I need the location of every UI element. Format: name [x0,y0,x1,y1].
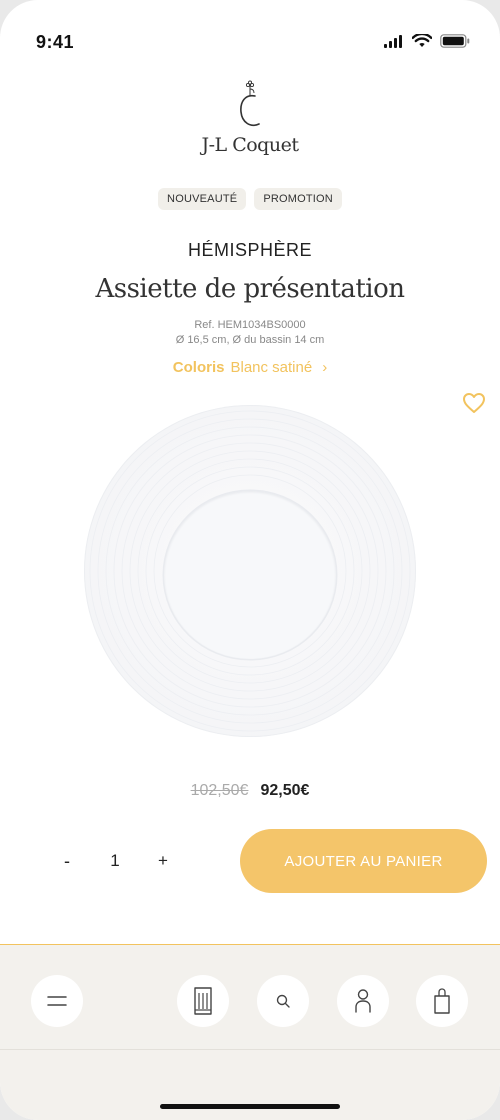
new-price: 92,50€ [260,782,310,799]
tableware-icon [194,987,212,1015]
plate-well [164,491,336,659]
product-tags: NOUVEAUTÉ PROMOTION [0,188,500,210]
product-image [84,405,416,737]
quantity-value: 1 [110,851,120,870]
chevron-right-icon: › [322,359,328,376]
brand[interactable]: J-L Coquet [0,80,500,156]
wifi-icon [412,34,432,47]
search-button[interactable] [257,975,309,1027]
signal-icon [384,35,402,48]
cart-button[interactable] [416,975,468,1027]
menu-icon [47,996,67,1006]
nav-divider [0,1049,500,1050]
tag-promotion: PROMOTION [254,188,342,210]
home-indicator [160,1104,340,1109]
add-to-cart-button[interactable]: AJOUTER AU PANIER [240,829,487,893]
brand-name: J-L Coquet [201,134,299,156]
price: 102,50€ 92,50€ [0,782,500,800]
product-reference: Ref. HEM1034BS0000 Ø 16,5 cm, Ø du bassi… [0,318,500,348]
shopping-bag-icon [434,988,450,1014]
product-screen: 9:41 J-L Coquet NOUVEAUTÉ PROMOTION HÉMI… [0,0,500,1120]
battery-icon [440,34,470,48]
status-bar: 9:41 [0,0,500,80]
quantity-decrease-button[interactable]: - [58,851,76,872]
status-time: 9:41 [36,32,75,52]
reference-code: Ref. HEM1034BS0000 [194,319,306,331]
menu-button[interactable] [31,975,83,1027]
old-price: 102,50€ [190,782,249,799]
collection-name: HÉMISPHÈRE [187,240,313,260]
bottom-nav [0,944,500,1120]
jl-monogram-icon [240,80,260,127]
user-icon [355,989,371,1013]
heart-icon[interactable] [462,392,486,414]
status-icons [384,34,470,48]
quantity-increase-button[interactable]: + [154,851,172,871]
product-title: Assiette de présentation [95,274,405,304]
account-button[interactable] [337,975,389,1027]
tag-new: NOUVEAUTÉ [158,188,247,210]
tableware-button[interactable] [177,975,229,1027]
color-selector[interactable]: Coloris Blanc satiné › [0,359,500,376]
dimensions: Ø 16,5 cm, Ø du bassin 14 cm [175,334,325,346]
color-value: Blanc satiné [230,359,313,376]
color-label: Coloris [172,359,225,376]
search-icon [276,994,290,1008]
